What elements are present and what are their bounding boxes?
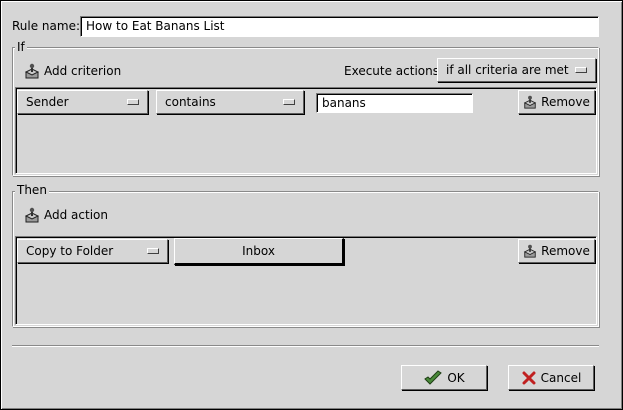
option-menu-indicator: [127, 99, 139, 105]
add-action-button[interactable]: Add action: [24, 205, 108, 225]
add-criterion-button[interactable]: Add criterion: [24, 61, 121, 81]
x-icon: [521, 370, 537, 386]
criterion-operator-select[interactable]: contains: [156, 90, 304, 114]
add-criterion-label: Add criterion: [44, 64, 122, 78]
option-menu-indicator: [283, 99, 295, 105]
action-type-value: Copy to Folder: [26, 244, 114, 258]
footer-separator: [12, 345, 599, 347]
add-action-label: Add action: [44, 208, 108, 222]
execute-actions-value: if all criteria are met: [446, 63, 569, 77]
execute-actions-label: Execute actions: [344, 64, 439, 78]
joystick-icon: [24, 207, 40, 223]
ok-label: OK: [447, 370, 465, 385]
folder-name: Inbox: [242, 244, 275, 258]
remove-criterion-label: Remove: [541, 95, 590, 109]
if-frame-title: If: [15, 40, 27, 54]
option-menu-indicator: [147, 248, 159, 254]
action-type-select[interactable]: Copy to Folder: [17, 239, 168, 263]
joystick-icon: [523, 243, 537, 259]
option-menu-indicator: [575, 67, 587, 73]
then-frame-title: Then: [15, 183, 49, 197]
criterion-field-select[interactable]: Sender: [17, 90, 148, 114]
cancel-label: Cancel: [540, 370, 582, 385]
remove-action-label: Remove: [541, 244, 590, 258]
ok-button[interactable]: OK: [401, 365, 487, 390]
cancel-button[interactable]: Cancel: [508, 365, 594, 390]
criterion-value-input[interactable]: banans: [316, 93, 473, 113]
execute-actions-select[interactable]: if all criteria are met: [437, 58, 596, 82]
filter-rule-dialog: Rule name: How to Eat Banans List If Add…: [0, 0, 623, 410]
criterion-operator-value: contains: [165, 95, 216, 109]
joystick-icon: [523, 94, 537, 110]
remove-criterion-button[interactable]: Remove: [518, 90, 595, 114]
remove-action-button[interactable]: Remove: [518, 239, 595, 263]
rule-name-input[interactable]: How to Eat Banans List: [80, 16, 599, 37]
criterion-field-value: Sender: [26, 95, 69, 109]
joystick-icon: [24, 63, 40, 79]
rule-name-label: Rule name:: [12, 19, 81, 33]
folder-chooser-button[interactable]: Inbox: [174, 238, 344, 265]
check-icon: [423, 369, 443, 386]
